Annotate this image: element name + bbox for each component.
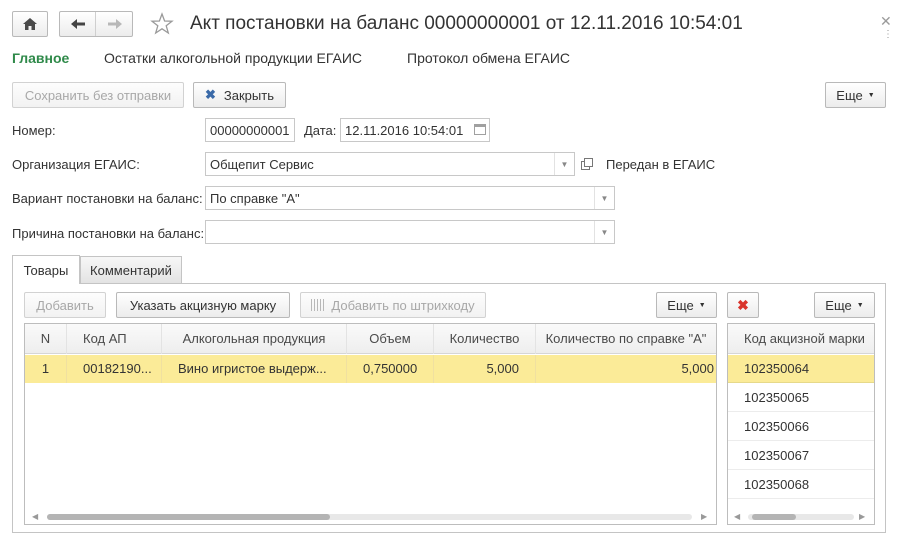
arrow-right-icon	[108, 19, 122, 29]
col-n[interactable]: N	[25, 324, 67, 354]
back-button[interactable]	[60, 12, 96, 36]
number-label: Номер:	[12, 123, 56, 138]
variant-value: По справке "А"	[210, 190, 300, 206]
home-button[interactable]	[12, 11, 48, 37]
goods-horizontal-scrollbar[interactable]: ◀ ▶	[25, 510, 716, 524]
goods-table: N Код АП Алкогольная продукция Объем Кол…	[24, 323, 717, 525]
chevron-down-icon: ▼	[698, 301, 706, 309]
date-value: 12.11.2016 10:54:01	[345, 122, 464, 138]
nav-tab-egais-stock[interactable]: Остатки алкогольной продукции ЕГАИС	[104, 50, 362, 66]
number-field[interactable]: 00000000001	[205, 118, 295, 142]
save-label: Сохранить без отправки	[24, 87, 172, 103]
favorite-star-icon[interactable]	[150, 12, 174, 36]
home-icon	[23, 18, 37, 30]
col-quantity-cert-a[interactable]: Количество по справке "А"	[536, 324, 716, 354]
variant-label: Вариант постановки на баланс:	[12, 191, 203, 206]
delete-stamp-button[interactable]: ✖	[727, 292, 759, 318]
nav-tab-egais-protocol[interactable]: Протокол обмена ЕГАИС	[407, 50, 570, 66]
list-item[interactable]: 102350064	[728, 355, 874, 383]
add-button[interactable]: Добавить	[24, 292, 106, 318]
variant-field[interactable]: По справке "А" ▼	[205, 186, 615, 210]
open-org-icon[interactable]	[581, 158, 593, 170]
chevron-down-icon: ▼	[856, 301, 864, 309]
stamps-more-button[interactable]: Еще ▼	[814, 292, 875, 318]
col-product[interactable]: Алкогольная продукция	[162, 324, 347, 354]
close-button[interactable]: ✖ Закрыть	[193, 82, 286, 108]
window-title: Акт постановки на баланс 00000000001 от …	[190, 13, 743, 34]
org-value: Общепит Сервис	[210, 156, 314, 172]
delete-icon: ✖	[737, 296, 749, 313]
scroll-thumb[interactable]	[752, 514, 796, 520]
org-field[interactable]: Общепит Сервис ▼	[205, 152, 575, 176]
number-value: 00000000001	[210, 122, 290, 138]
nav-tab-main[interactable]: Главное	[12, 50, 69, 66]
goods-more-button[interactable]: Еще ▼	[656, 292, 717, 318]
reason-field[interactable]: ▼	[205, 220, 615, 244]
goods-more-label: Еще	[667, 297, 694, 313]
close-window-icon[interactable]: ✕	[880, 13, 892, 30]
more-window-icon[interactable]: ⋮	[883, 30, 893, 40]
col-code-ap[interactable]: Код АП	[67, 324, 162, 354]
col-quantity[interactable]: Количество	[434, 324, 536, 354]
calendar-icon[interactable]	[474, 124, 486, 135]
close-label: Закрыть	[223, 87, 274, 103]
scroll-left-icon[interactable]: ◀	[32, 512, 38, 521]
more-button[interactable]: Еще ▼	[825, 82, 886, 108]
goods-table-header: N Код АП Алкогольная продукция Объем Кол…	[25, 324, 716, 354]
add-label: Добавить	[36, 297, 94, 313]
col-volume[interactable]: Объем	[347, 324, 434, 354]
specify-stamp-button[interactable]: Указать акцизную марку	[116, 292, 290, 318]
org-label: Организация ЕГАИС:	[12, 157, 140, 172]
list-item[interactable]: 102350067	[728, 442, 874, 470]
scroll-left-icon[interactable]: ◀	[734, 512, 740, 521]
specify-stamp-label: Указать акцизную марку	[129, 297, 277, 313]
add-by-barcode-button[interactable]: Добавить по штрихкоду	[300, 292, 486, 318]
save-without-sending-button[interactable]: Сохранить без отправки	[12, 82, 184, 108]
close-x-icon: ✖	[205, 87, 216, 102]
tab-goods-label: Товары	[23, 262, 69, 278]
tab-comment-label: Комментарий	[90, 262, 172, 278]
forward-button[interactable]	[97, 12, 133, 36]
reason-dropdown-icon[interactable]: ▼	[594, 221, 614, 243]
cell-n: 1	[25, 355, 67, 383]
org-status: Передан в ЕГАИС	[606, 157, 716, 172]
more-label: Еще	[836, 87, 863, 103]
scroll-right-icon[interactable]: ▶	[859, 512, 865, 521]
reason-label: Причина постановки на баланс:	[12, 226, 205, 241]
date-field[interactable]: 12.11.2016 10:54:01	[340, 118, 490, 142]
stamps-horizontal-scrollbar[interactable]: ◀ ▶	[728, 510, 874, 524]
col-stamp-code[interactable]: Код акцизной марки	[744, 324, 865, 354]
stamps-table-header[interactable]: Код акцизной марки	[728, 324, 874, 354]
chevron-down-icon: ▼	[867, 91, 875, 99]
cell-code-ap: 00182190...	[67, 355, 162, 383]
history-nav	[59, 11, 133, 37]
stamps-table: Код акцизной марки 102350064 102350065 1…	[727, 323, 875, 525]
barcode-icon	[311, 299, 326, 311]
add-by-barcode-label: Добавить по штрихкоду	[331, 297, 475, 313]
cell-volume: 0,750000	[347, 355, 434, 383]
cell-product: Вино игристое выдерж...	[162, 355, 347, 383]
scroll-right-icon[interactable]: ▶	[701, 512, 707, 521]
cell-quantity: 5,000	[434, 355, 536, 383]
cell-quantity-cert-a: 5,000	[681, 361, 714, 376]
tab-comment[interactable]: Комментарий	[80, 256, 182, 283]
stamps-more-label: Еще	[825, 297, 852, 313]
variant-dropdown-icon[interactable]: ▼	[594, 187, 614, 209]
scroll-thumb[interactable]	[47, 514, 330, 520]
table-row[interactable]: 1 00182190... Вино игристое выдерж... 0,…	[25, 355, 716, 383]
tab-goods[interactable]: Товары	[12, 255, 80, 284]
org-dropdown-icon[interactable]: ▼	[554, 153, 574, 175]
list-item[interactable]: 102350065	[728, 384, 874, 412]
arrow-left-icon	[70, 19, 85, 29]
date-label: Дата:	[304, 123, 337, 138]
list-item[interactable]: 102350068	[728, 471, 874, 499]
list-item[interactable]: 102350066	[728, 413, 874, 441]
